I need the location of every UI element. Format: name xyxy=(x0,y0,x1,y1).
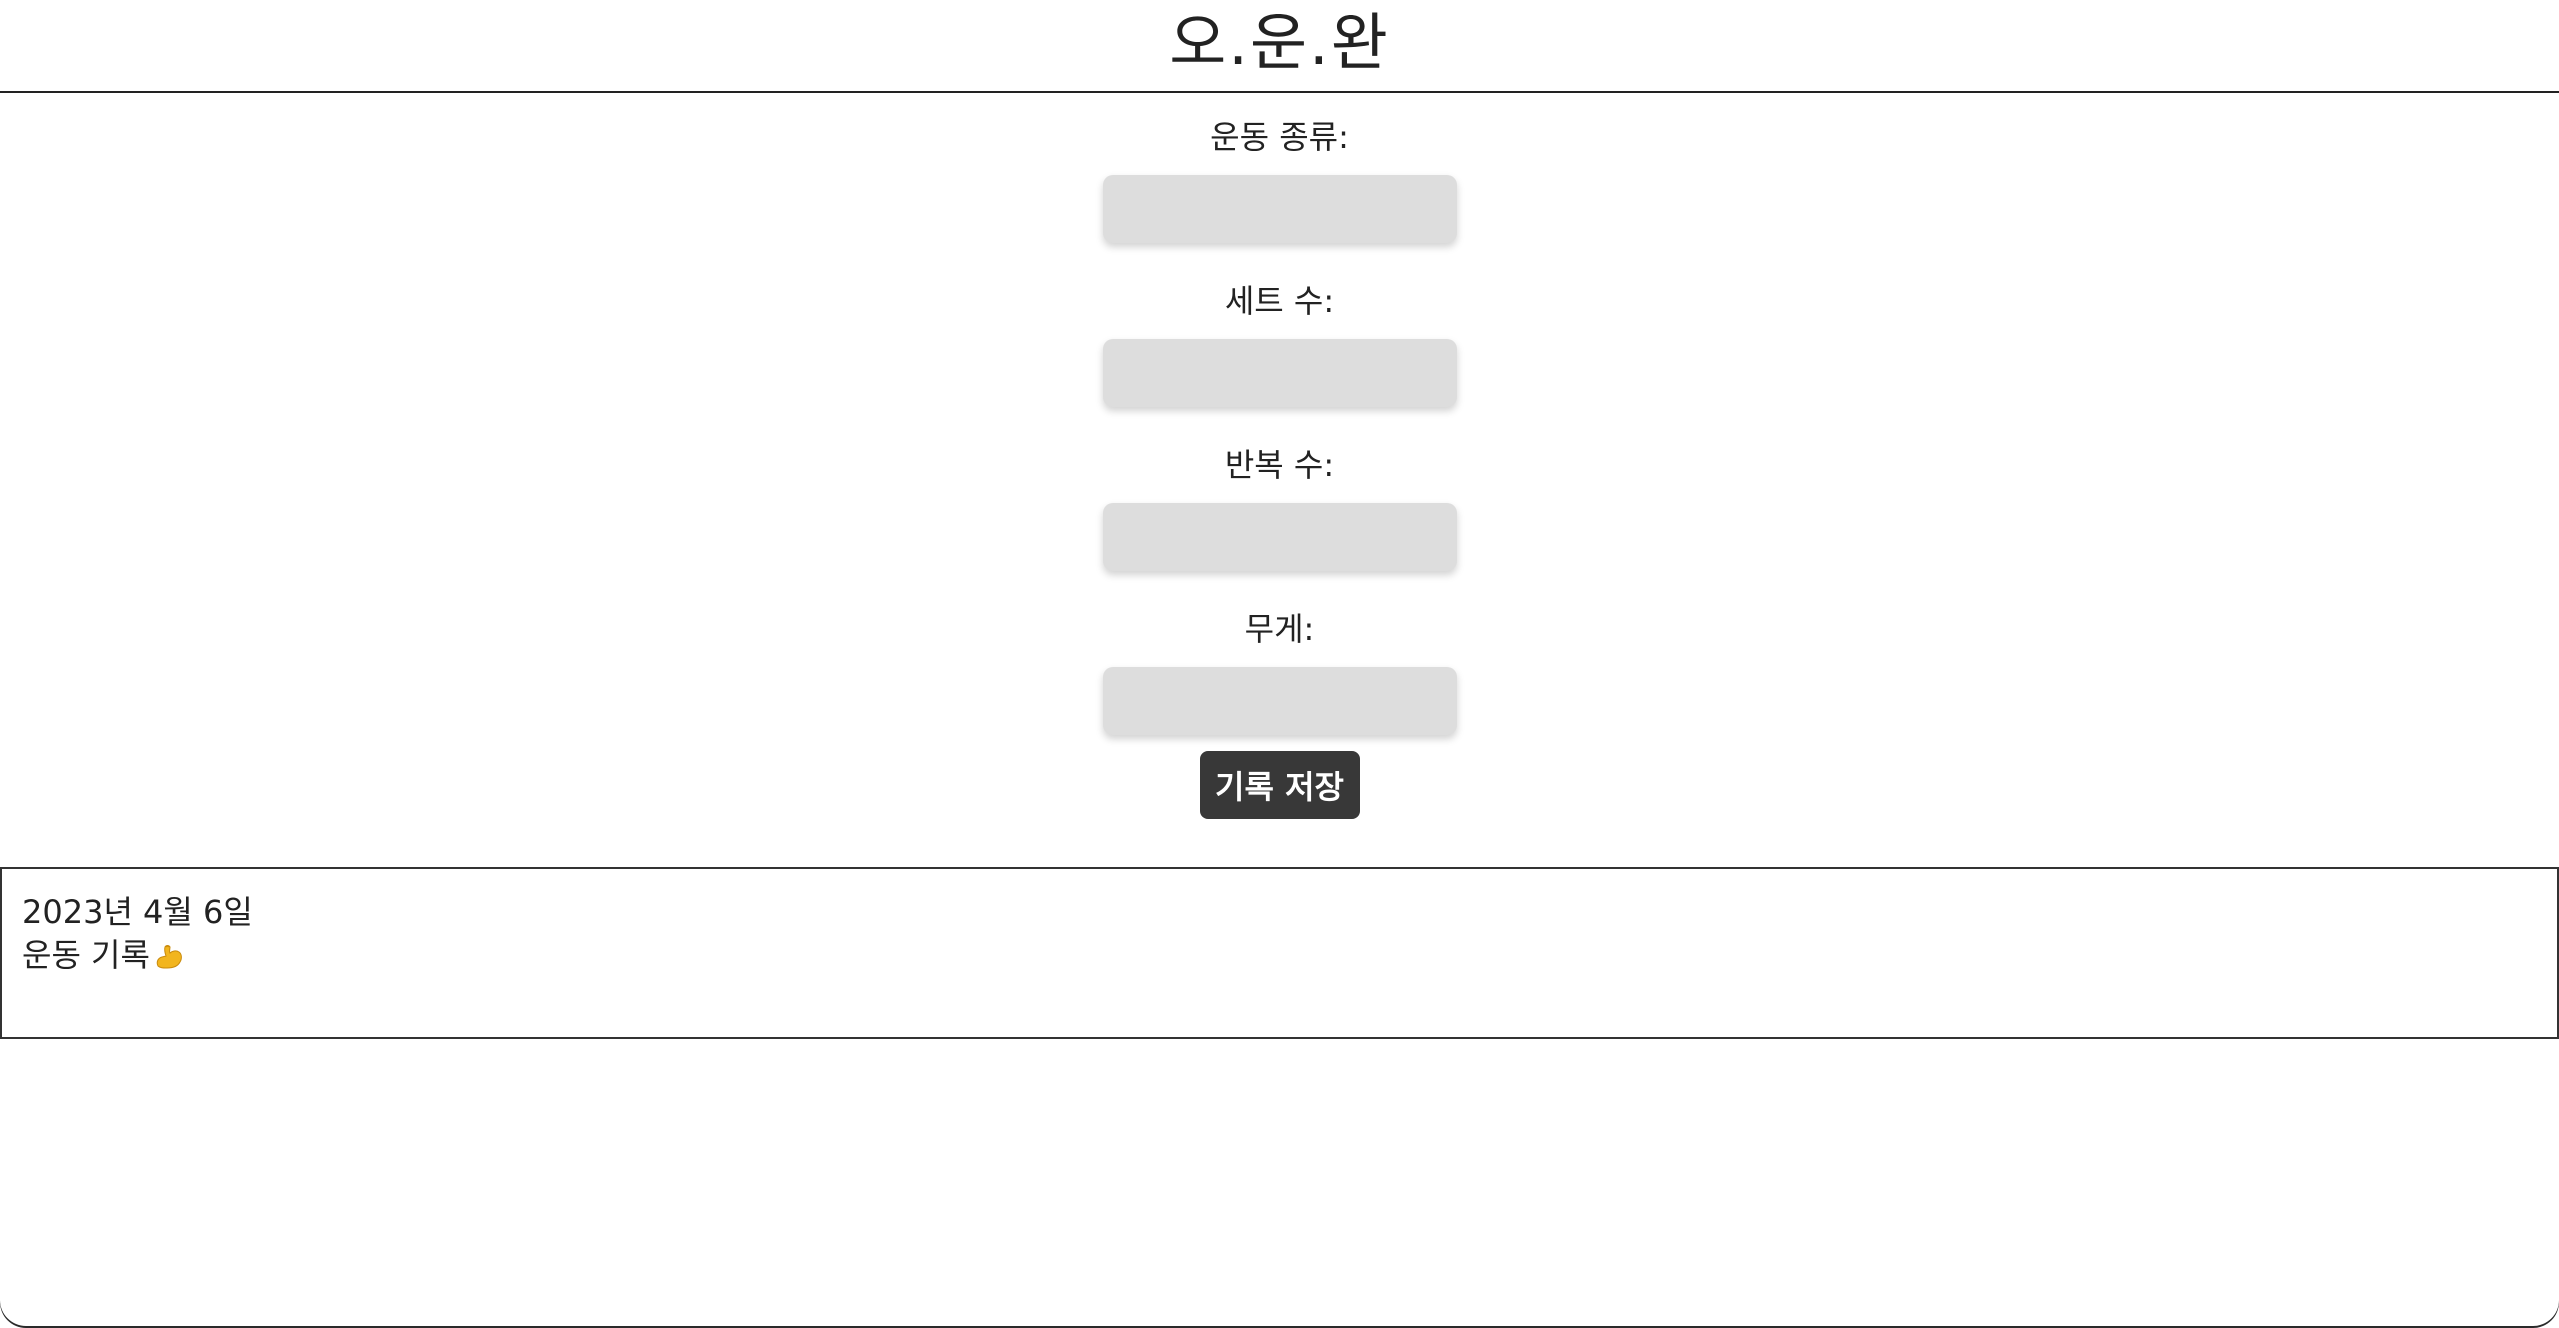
exercise-type-label: 운동 종류: xyxy=(1210,118,1349,156)
weight-input[interactable] xyxy=(1102,667,1457,735)
app-window: 오.운.완 운동 종류: 세트 수: 반복 수: 무게: 기록 저장 2023년… xyxy=(0,0,2559,1328)
exercise-type-input[interactable] xyxy=(1102,175,1457,243)
reps-input[interactable] xyxy=(1102,503,1457,571)
reps-label: 반복 수: xyxy=(1224,446,1335,484)
sets-input[interactable] xyxy=(1102,339,1457,407)
sets-label: 세트 수: xyxy=(1224,282,1335,320)
flexed-biceps-icon xyxy=(152,940,184,972)
record-title: 운동 기록 xyxy=(22,934,2537,977)
app-title: 오.운.완 xyxy=(1169,5,1390,79)
save-record-button[interactable]: 기록 저장 xyxy=(1199,751,1360,819)
workout-form: 운동 종류: 세트 수: 반복 수: 무게: 기록 저장 xyxy=(0,95,2559,819)
weight-label: 무게: xyxy=(1244,610,1315,648)
record-panel: 2023년 4월 6일 운동 기록 xyxy=(0,867,2559,1039)
header: 오.운.완 xyxy=(0,0,2559,93)
record-date: 2023년 4월 6일 xyxy=(22,893,253,931)
record-title-text: 운동 기록 xyxy=(22,936,150,975)
